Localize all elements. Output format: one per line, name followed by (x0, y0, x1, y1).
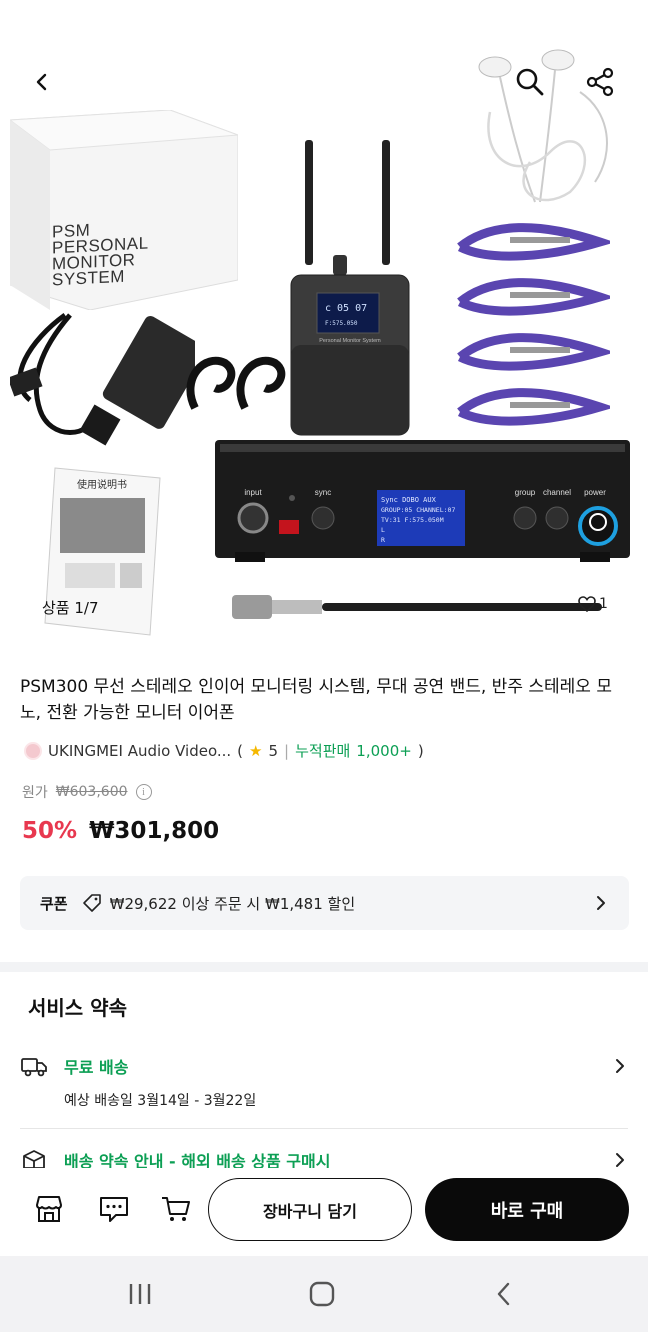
buy-now-button[interactable]: 바로 구매 (425, 1178, 629, 1241)
system-navigation-bar (0, 1256, 648, 1332)
original-price-label: 원가 (22, 785, 48, 801)
original-price: ₩603,600 (55, 784, 128, 800)
chat-icon (100, 1197, 128, 1222)
image-counter: 상품 1/7 (42, 599, 99, 617)
rating-separator: | (284, 741, 290, 760)
like-count: 1 (599, 596, 608, 612)
transmitter-screen-line2: GROUP:05 CHANNEL:07 (381, 506, 455, 514)
sale-price: ₩301,800 (89, 818, 220, 844)
original-price-row: 원가 ₩603,600 i (22, 782, 152, 802)
transmitter-group-label: group (515, 488, 536, 497)
price-row: 50% ₩301,800 (22, 818, 219, 844)
product-title: PSM300 무선 스테레오 인이어 모니터링 시스템, 무대 공연 밴드, 반… (20, 677, 612, 723)
chevron-right-icon (616, 1153, 624, 1167)
transmitter-sync-label: sync (315, 488, 331, 497)
share-button[interactable] (580, 62, 620, 102)
bottom-action-bar: 장바구니 담기 바로 구매 (0, 1168, 648, 1256)
truck-icon (21, 1058, 47, 1077)
search-button[interactable] (510, 62, 550, 102)
transmitter-power-label: power (584, 488, 606, 497)
recent-apps-button[interactable] (120, 1278, 160, 1310)
chevron-left-icon (36, 73, 47, 91)
service-promise-title: 서비스 약속 (28, 996, 127, 1020)
add-to-cart-button[interactable]: 장바구니 담기 (208, 1178, 412, 1241)
coupon-banner[interactable]: 쿠폰 ₩29,622 이상 주문 시 ₩1,481 할인 (20, 876, 629, 930)
coupon-label: 쿠폰 (40, 894, 68, 913)
transmitter-channel-label: channel (543, 488, 571, 497)
chat-button[interactable] (97, 1192, 131, 1226)
package-icon (23, 1150, 45, 1169)
sales-label: 누적판매 (295, 742, 351, 760)
power-adapter-image (10, 312, 195, 446)
section-divider (0, 962, 648, 972)
svg-text:L: L (381, 526, 385, 534)
box-label: PSM PERSONAL MONITOR SYSTEM (52, 220, 149, 290)
delivery-promise-row[interactable]: 배송 약속 안내 - 해외 배송 상품 구매시 (20, 1148, 630, 1170)
svg-text:R: R (381, 536, 385, 544)
system-back-button[interactable] (484, 1278, 524, 1310)
free-shipping-label: 무료 배송 (64, 1058, 129, 1077)
transmitter-screen-line1: Sync DOBO AUX (381, 496, 437, 504)
like-button[interactable]: 1 (578, 596, 608, 612)
instrument-cables-image (457, 223, 610, 426)
free-shipping-row[interactable]: 무료 배송 예상 배송일 3월14일 - 3월22일 (20, 1054, 630, 1110)
antenna-rod-image (232, 595, 602, 619)
home-button[interactable] (302, 1278, 342, 1310)
tag-icon (82, 894, 101, 912)
share-icon (586, 67, 614, 97)
transmitter-screen-line3: TV:31 F:575.050M (381, 516, 444, 524)
rating-open-paren: ( (237, 741, 244, 760)
seller-info[interactable]: UKINGMEI Audio Video... ( ★ 5 | 누적판매 1,0… (24, 740, 424, 761)
search-icon (516, 68, 544, 96)
heart-icon (578, 596, 596, 612)
seller-logo (24, 741, 42, 760)
row-divider (20, 1128, 628, 1129)
chevron-right-icon (597, 896, 605, 910)
recent-apps-icon (129, 1284, 151, 1304)
store-icon (36, 1196, 62, 1222)
rating-value: 5 (268, 741, 279, 760)
delivery-promise-label: 배송 약속 안내 - 해외 배송 상품 구매시 (64, 1152, 331, 1170)
chevron-right-icon (616, 1059, 624, 1073)
sales-count: 1,000+ (356, 741, 412, 760)
seller-name: UKINGMEI Audio Video... (48, 741, 232, 760)
receiver-label: Personal Monitor System (319, 338, 381, 344)
star-icon: ★ (249, 741, 263, 760)
cart-icon-button[interactable] (159, 1192, 193, 1226)
stereo-transmitter-image: Sync DOBO AUX GROUP:05 CHANNEL:07 TV:31 … (215, 440, 630, 562)
product-image-carousel[interactable]: PSM PERSONAL MONITOR SYSTEM c 05 07 F:57… (0, 0, 648, 655)
manual-label: 使用说明书 (77, 478, 127, 491)
svg-text:F:575.050: F:575.050 (325, 320, 358, 327)
ear-hooks-image (186, 356, 286, 410)
store-button[interactable] (32, 1192, 66, 1226)
info-icon[interactable]: i (135, 784, 152, 800)
bodypack-receiver-image: c 05 07 F:575.050 Personal Monitor Syste… (290, 140, 410, 436)
back-arrow-icon (497, 1282, 510, 1306)
home-icon (309, 1281, 335, 1307)
back-button[interactable] (22, 62, 62, 102)
cart-icon (162, 1197, 190, 1221)
discount-rate: 50% (22, 818, 78, 844)
transmitter-input-label: input (244, 488, 262, 497)
coupon-text: ₩29,622 이상 주문 시 ₩1,481 할인 (109, 894, 356, 913)
rating-close-paren: ) (417, 741, 424, 760)
svg-text:c 05 07: c 05 07 (325, 303, 367, 314)
delivery-estimate: 예상 배송일 3월14일 - 3월22일 (64, 1093, 257, 1109)
